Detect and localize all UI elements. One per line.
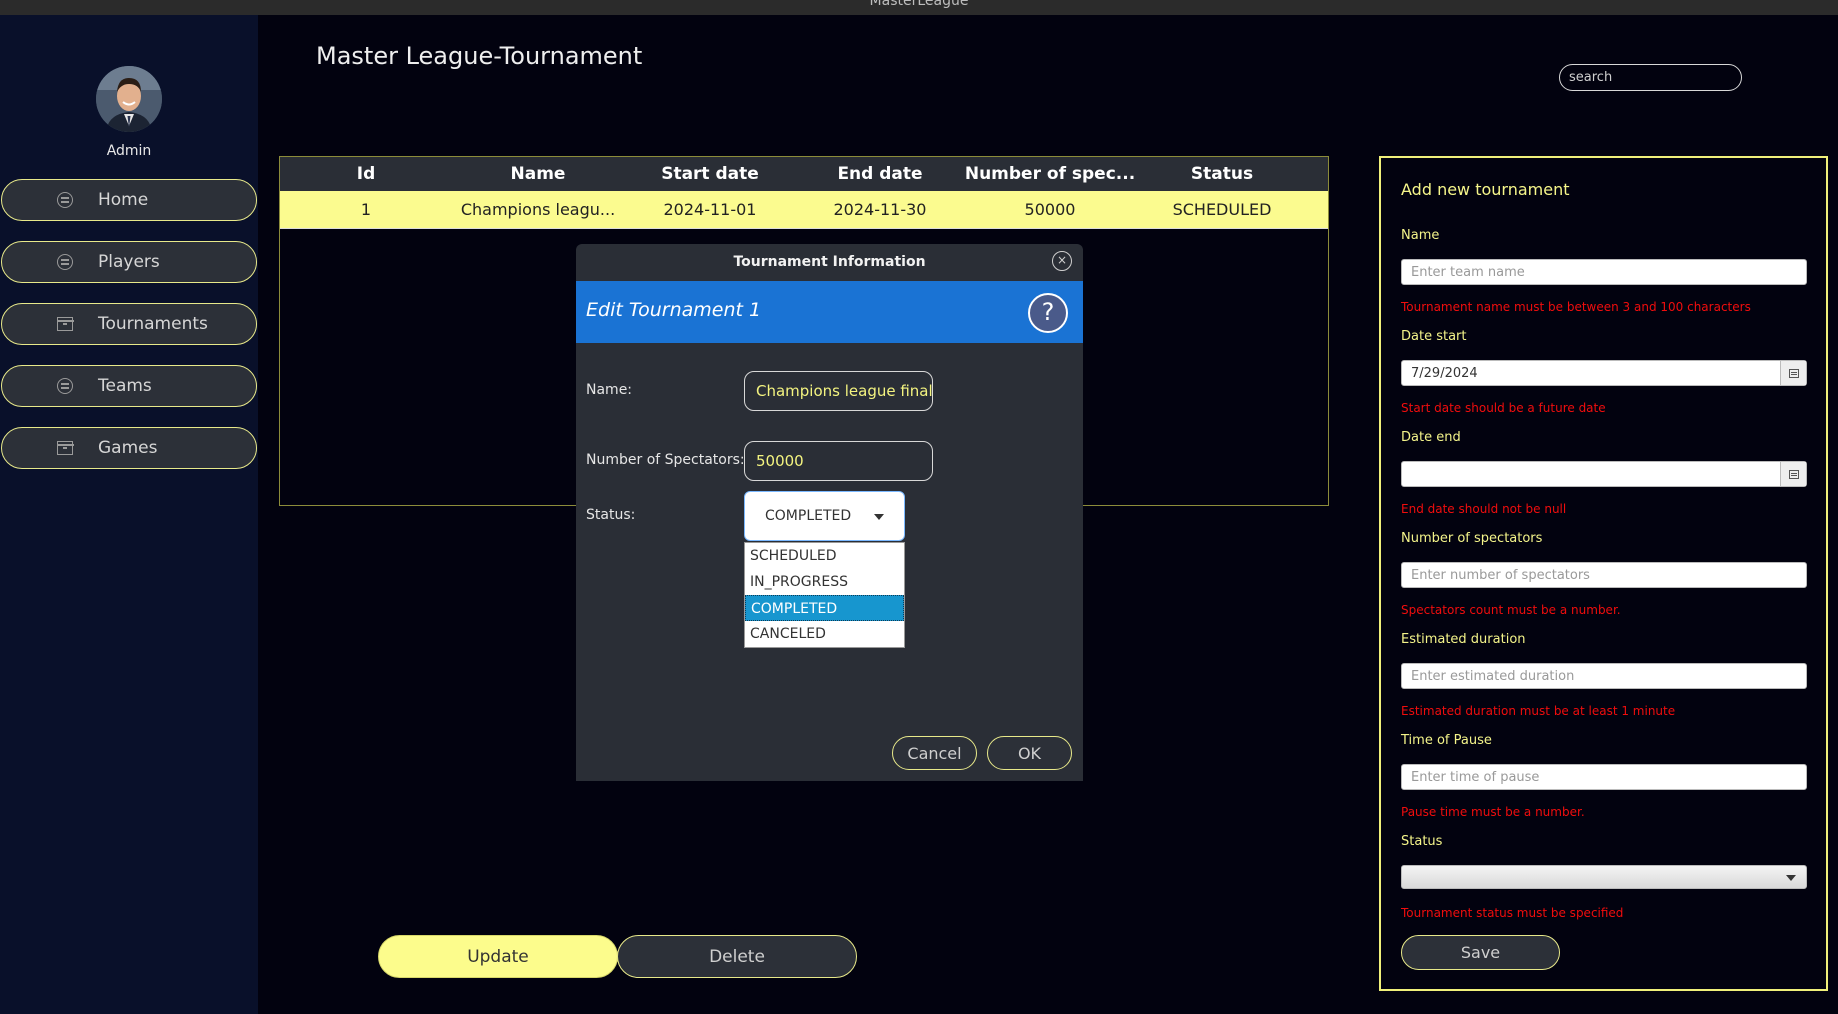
column-header-name[interactable]: Name <box>452 164 624 184</box>
list-circle-icon <box>56 377 74 395</box>
dialog-title: Tournament Information <box>733 254 926 270</box>
table-header: Id Name Start date End date Number of sp… <box>280 157 1328 191</box>
status-label: Status: <box>586 507 636 523</box>
sidebar-item-label: Home <box>98 190 149 210</box>
sidebar-item-games[interactable]: Games <box>1 427 257 469</box>
status-option-completed[interactable]: COMPLETED <box>745 595 904 621</box>
spectators-field[interactable]: 50000 <box>744 441 933 481</box>
edit-tournament-dialog: Tournament Information × Edit Tournament… <box>576 244 1083 781</box>
sidebar-item-players[interactable]: Players <box>1 241 257 283</box>
save-button[interactable]: Save <box>1401 935 1560 970</box>
status-option-in-progress[interactable]: IN_PROGRESS <box>745 569 904 595</box>
duration-error: Estimated duration must be at least 1 mi… <box>1401 704 1676 718</box>
cell-name: Champions leagu... <box>460 200 616 219</box>
panel-title: Add new tournament <box>1401 180 1570 199</box>
ok-button[interactable]: OK <box>987 736 1072 770</box>
chevron-down-icon <box>1786 875 1796 881</box>
pause-input[interactable]: Enter time of pause <box>1401 764 1807 790</box>
cell-start-date: 2024-11-01 <box>663 200 757 219</box>
tournament-name-input[interactable]: Enter team name <box>1401 259 1807 285</box>
delete-button[interactable]: Delete <box>617 935 857 978</box>
cancel-button[interactable]: Cancel <box>892 736 977 770</box>
status-option-canceled[interactable]: CANCELED <box>745 621 904 647</box>
name-field[interactable]: Champions league final <box>744 371 933 411</box>
date-start-input[interactable]: 7/29/2024 <box>1401 360 1807 386</box>
pause-error: Pause time must be a number. <box>1401 805 1585 819</box>
spectators-input[interactable]: Enter number of spectators <box>1401 562 1807 588</box>
sidebar-item-label: Players <box>98 252 160 272</box>
date-start-label: Date start <box>1401 329 1467 344</box>
avatar <box>96 66 162 132</box>
sidebar-item-tournaments[interactable]: Tournaments <box>1 303 257 345</box>
status-select[interactable] <box>1401 865 1807 889</box>
spectators-label: Number of Spectators: <box>586 452 745 468</box>
sidebar-item-home[interactable]: Home <box>1 179 257 221</box>
status-selected-value: COMPLETED <box>765 508 852 524</box>
page-title: Master League-Tournament <box>316 42 643 70</box>
cell-spectators: 50000 <box>1024 200 1076 219</box>
name-error: Tournament name must be between 3 and 10… <box>1401 300 1751 314</box>
date-end-input[interactable] <box>1401 461 1807 487</box>
column-header-end-date[interactable]: End date <box>796 164 964 184</box>
status-option-scheduled[interactable]: SCHEDULED <box>745 543 904 569</box>
cell-end-date: 2024-11-30 <box>833 200 927 219</box>
name-label: Name <box>1401 228 1440 243</box>
add-tournament-panel: Add new tournament Name Enter team name … <box>1379 156 1828 991</box>
dialog-heading: Edit Tournament 1 <box>586 299 762 321</box>
window-titlebar: MasterLeague <box>0 0 1838 15</box>
date-end-label: Date end <box>1401 430 1461 445</box>
name-label: Name: <box>586 382 633 398</box>
help-icon: ? <box>1028 293 1068 333</box>
archive-box-icon <box>56 439 74 457</box>
sidebar: Admin Home Players Tournaments Teams Gam… <box>0 15 258 1014</box>
date-start-error: Start date should be a future date <box>1401 401 1606 415</box>
sidebar-item-label: Teams <box>98 376 152 396</box>
sidebar-item-label: Games <box>98 438 158 458</box>
status-select[interactable]: COMPLETED <box>744 491 905 541</box>
sidebar-item-label: Tournaments <box>98 314 208 334</box>
status-error: Tournament status must be specified <box>1401 906 1624 920</box>
column-header-id[interactable]: Id <box>280 164 452 184</box>
close-icon[interactable]: × <box>1052 251 1072 271</box>
cell-status: SCHEDULED <box>1172 200 1272 219</box>
archive-box-icon <box>56 315 74 333</box>
chevron-down-icon <box>874 514 884 520</box>
column-header-start-date[interactable]: Start date <box>624 164 796 184</box>
date-start-value: 7/29/2024 <box>1411 365 1478 381</box>
search-input[interactable] <box>1559 64 1742 91</box>
list-circle-icon <box>56 191 74 209</box>
pause-label: Time of Pause <box>1401 733 1492 748</box>
column-header-status[interactable]: Status <box>1136 164 1308 184</box>
calendar-icon[interactable] <box>1780 462 1806 486</box>
duration-label: Estimated duration <box>1401 632 1526 647</box>
date-end-error: End date should not be null <box>1401 502 1567 516</box>
calendar-icon[interactable] <box>1780 361 1806 385</box>
cell-id: 1 <box>360 200 372 219</box>
list-circle-icon <box>56 253 74 271</box>
column-header-spectators[interactable]: Number of spec... <box>964 164 1136 184</box>
user-role-label: Admin <box>106 143 152 159</box>
window-title: MasterLeague <box>869 0 969 9</box>
spectators-label: Number of spectators <box>1401 531 1543 546</box>
table-row[interactable]: 1 Champions leagu... 2024-11-01 2024-11-… <box>280 191 1328 229</box>
update-button[interactable]: Update <box>378 935 618 978</box>
spectators-error: Spectators count must be a number. <box>1401 603 1621 617</box>
duration-input[interactable]: Enter estimated duration <box>1401 663 1807 689</box>
status-label: Status <box>1401 834 1443 849</box>
sidebar-item-teams[interactable]: Teams <box>1 365 257 407</box>
status-dropdown-list: SCHEDULED IN_PROGRESS COMPLETED CANCELED <box>744 542 905 648</box>
dialog-header: Edit Tournament 1 ? <box>576 281 1083 343</box>
